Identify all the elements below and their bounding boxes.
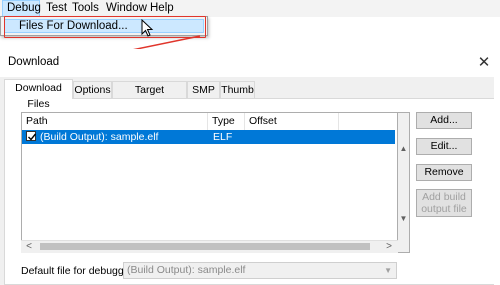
tab-target-download[interactable]: Target Download [112, 81, 187, 112]
vertical-scrollbar[interactable]: ▲ ▼ [398, 112, 410, 253]
tab-download-files[interactable]: Download Files [4, 79, 73, 110]
dialog-title: Download [8, 56, 60, 68]
tab-options[interactable]: Options [73, 81, 112, 98]
add-button[interactable]: Add... [416, 112, 472, 129]
column-header-type[interactable]: Type [208, 113, 245, 130]
row-type: ELF [213, 131, 233, 143]
row-checkbox[interactable] [26, 131, 37, 141]
chevron-down-icon: ▼ [384, 266, 392, 275]
scroll-left-icon[interactable]: < [24, 241, 34, 253]
add-build-output-file-button[interactable]: Add build output file [416, 189, 472, 217]
add-build-label-line1: Add build [422, 191, 466, 203]
checkmark-icon [28, 133, 37, 141]
scroll-right-icon[interactable]: > [384, 241, 394, 253]
column-header-path[interactable]: Path [22, 113, 208, 130]
dialog-titlebar [0, 49, 500, 77]
default-file-value: (Build Output): sample.elf [127, 264, 246, 276]
remove-button[interactable]: Remove [416, 164, 472, 181]
tab-thumb[interactable]: Thumb [220, 81, 255, 98]
add-build-label-line2: output file [421, 203, 467, 215]
default-file-label: Default file for debugging [21, 265, 138, 277]
tab-smp[interactable]: SMP [187, 81, 220, 98]
close-icon[interactable]: ✕ [474, 53, 494, 73]
edit-button[interactable]: Edit... [416, 138, 472, 155]
column-header-offset[interactable]: Offset [245, 113, 339, 130]
scrollbar-thumb[interactable] [40, 243, 370, 250]
scroll-up-icon[interactable]: ▲ [398, 143, 409, 155]
scroll-down-icon[interactable]: ▼ [398, 213, 409, 225]
default-file-combobox[interactable]: (Build Output): sample.elf ▼ [123, 262, 397, 279]
row-path: (Build Output): sample.elf [40, 131, 159, 143]
right-edge [494, 77, 500, 285]
